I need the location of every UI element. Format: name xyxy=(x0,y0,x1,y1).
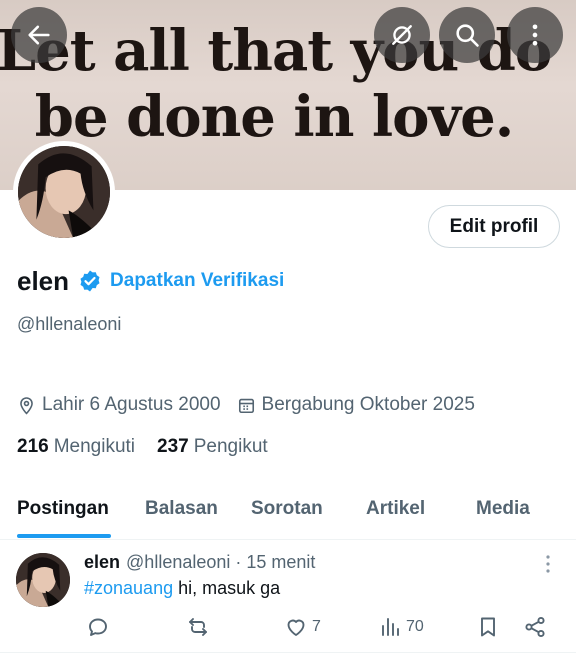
post-hashtag[interactable]: #zonauang xyxy=(84,578,173,598)
follow-stats: 216 Mengikuti 237 Pengikut xyxy=(17,436,268,458)
edit-profile-button[interactable]: Edit profil xyxy=(428,205,560,248)
search-icon xyxy=(456,24,479,47)
post-meta: @hllenaleoni · 15 menit xyxy=(126,552,316,572)
banner-line-2: be done in love. xyxy=(34,84,514,150)
tab-replies[interactable]: Balasan xyxy=(145,498,218,520)
grok-button[interactable] xyxy=(374,7,430,63)
following-link[interactable]: 216 Mengikuti xyxy=(17,436,135,458)
profile-meta: Lahir 6 Agustus 2000 Bergabung Oktober 2… xyxy=(17,394,475,416)
arrow-left-icon xyxy=(28,25,50,45)
get-verified-link[interactable]: Dapatkan Verifikasi xyxy=(110,270,284,292)
repost-button[interactable] xyxy=(186,615,210,639)
joined-text: Bergabung Oktober 2025 xyxy=(261,394,475,415)
tab-posts[interactable]: Postingan xyxy=(17,498,109,520)
share-button[interactable] xyxy=(523,615,547,639)
post-divider xyxy=(0,652,576,653)
post-more-icon[interactable] xyxy=(540,553,556,575)
grok-icon xyxy=(392,25,412,45)
profile-tabs: Postingan Balasan Sorotan Artikel Media xyxy=(0,484,576,540)
view-count: 70 xyxy=(406,618,424,635)
reply-icon xyxy=(89,618,107,636)
like-count: 7 xyxy=(312,618,321,635)
calendar-icon xyxy=(238,398,254,413)
display-name: elen xyxy=(17,265,70,296)
heart-icon xyxy=(287,619,305,636)
tab-media[interactable]: Media xyxy=(476,498,530,520)
like-button[interactable]: 7 xyxy=(284,615,321,639)
post-text: #zonauang hi, masuk ga xyxy=(84,578,280,599)
post-author-avatar[interactable] xyxy=(16,553,70,607)
more-button[interactable] xyxy=(507,7,563,63)
birthdate-text: Lahir 6 Agustus 2000 xyxy=(42,394,221,415)
avatar-photo xyxy=(16,553,70,607)
views-chart-icon xyxy=(382,618,399,636)
post-author-name[interactable]: elen xyxy=(84,552,120,573)
birthdate-item: Lahir 6 Agustus 2000 xyxy=(17,394,221,416)
profile-avatar[interactable] xyxy=(13,141,115,243)
share-icon xyxy=(525,616,545,638)
avatar-photo xyxy=(18,146,110,238)
views-button[interactable]: 70 xyxy=(378,615,424,639)
location-pin-icon xyxy=(20,396,33,415)
bookmark-button[interactable] xyxy=(476,615,500,639)
joined-item: Bergabung Oktober 2025 xyxy=(237,394,475,416)
search-button[interactable] xyxy=(439,7,495,63)
followers-link[interactable]: 237 Pengikut xyxy=(157,436,268,458)
tab-highlights[interactable]: Sorotan xyxy=(251,498,323,520)
following-label: Mengikuti xyxy=(53,436,136,457)
bookmark-icon xyxy=(481,617,495,637)
post-actions: 7 70 xyxy=(0,615,576,643)
repost-icon xyxy=(189,618,207,636)
post-body-text: hi, masuk ga xyxy=(173,578,281,598)
more-vertical-icon xyxy=(532,24,538,46)
followers-label: Pengikut xyxy=(193,436,268,457)
reply-button[interactable] xyxy=(86,615,110,639)
name-row: elen Dapatkan Verifikasi xyxy=(17,264,284,298)
verified-badge-icon[interactable] xyxy=(78,269,102,293)
followers-count: 237 xyxy=(157,436,189,457)
user-handle: @hllenaleoni xyxy=(17,314,122,334)
following-count: 216 xyxy=(17,436,49,457)
post-header: elen @hllenaleoni · 15 menit xyxy=(84,552,315,573)
back-button[interactable] xyxy=(11,7,67,63)
active-tab-indicator xyxy=(17,534,111,538)
tab-articles[interactable]: Artikel xyxy=(366,498,425,520)
